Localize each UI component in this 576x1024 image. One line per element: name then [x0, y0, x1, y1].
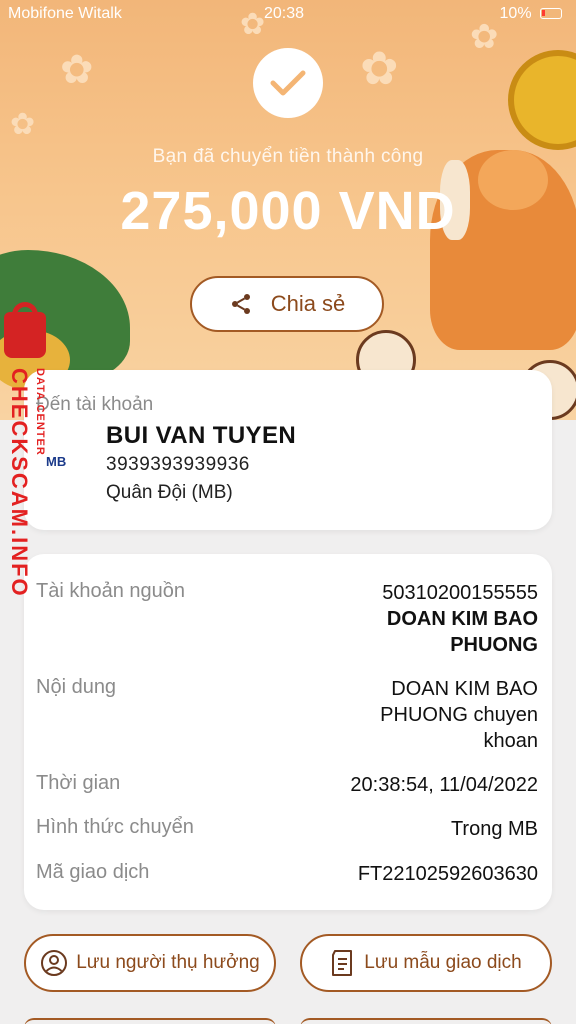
success-check-icon — [253, 48, 323, 118]
user-circle-icon — [41, 950, 68, 976]
source-account-name-2: PHUONG — [450, 634, 538, 656]
transaction-details-card: Tài khoản nguồn 50310200155555 DOAN KIM … — [24, 554, 552, 910]
reference-label: Mã giao dịch — [36, 861, 150, 883]
success-banner: ✿ ✿ ✿ ✿ ✿ Mobifone Witalk 20:38 10% Bạn … — [0, 0, 576, 420]
reference-value: FT22102592603630 — [357, 863, 538, 885]
save-recipient-label: Lưu người thụ hưởng — [76, 952, 260, 973]
time-label: Thời gian — [36, 772, 121, 794]
save-recipient-button[interactable]: Lưu người thụ hưởng — [24, 934, 276, 992]
carrier-label: Mobifone Witalk — [8, 5, 122, 22]
save-template-button[interactable]: Lưu mẫu giao dịch — [300, 934, 552, 992]
battery-icon — [540, 8, 562, 20]
source-account-number: 50310200155555 — [382, 582, 538, 604]
source-account-value: 50310200155555 DOAN KIM BAO PHUONG — [382, 580, 538, 658]
document-icon — [332, 950, 353, 976]
time-value: 20:38:54, 11/04/2022 — [350, 774, 538, 796]
share-label: Chia sẻ — [270, 291, 346, 316]
success-message: Bạn đã chuyển tiền thành công — [152, 146, 424, 167]
recipient-account-number: 3939393939936 — [106, 454, 250, 475]
flower-decoration-icon: ✿ — [360, 42, 399, 94]
recipient-name: BUI VAN TUYEN — [106, 422, 297, 449]
status-bar: Mobifone Witalk 20:38 10% — [0, 0, 576, 32]
watermark-text: CHECKSCAM.INFO — [7, 368, 32, 598]
watermark-subtext: DATA CENTER — [34, 368, 46, 456]
save-template-label: Lưu mẫu giao dịch — [364, 952, 522, 973]
transfer-amount: 275,000 VND — [120, 181, 456, 241]
watermark-bag-icon — [4, 312, 46, 358]
method-value: Trong MB — [450, 818, 538, 840]
gold-coin-icon — [508, 50, 576, 150]
content-value: DOAN KIM BAO PHUONG chuyen khoan — [380, 678, 538, 752]
recipient-card: Đến tài khoản MB BUI VAN TUYEN 393939393… — [24, 370, 552, 530]
next-button-edge[interactable] — [300, 1018, 552, 1024]
flower-decoration-icon: ✿ — [10, 108, 36, 141]
share-button[interactable]: Chia sẻ — [190, 276, 384, 332]
content-label: Nội dung — [36, 676, 117, 698]
battery-indicator: 10% — [500, 5, 562, 23]
battery-percent: 10% — [499, 5, 532, 22]
clock: 20:38 — [264, 5, 305, 22]
recipient-bank-name: Quân Đội (MB) — [106, 482, 233, 503]
flower-decoration-icon: ✿ — [60, 48, 94, 92]
next-button-edge[interactable] — [24, 1018, 276, 1024]
watermark: CHECKSCAM.INFO DATA CENTER — [0, 302, 60, 598]
source-account-name-1: DOAN KIM BAO — [386, 608, 538, 630]
method-label: Hình thức chuyển — [36, 816, 194, 838]
share-icon — [231, 294, 250, 314]
